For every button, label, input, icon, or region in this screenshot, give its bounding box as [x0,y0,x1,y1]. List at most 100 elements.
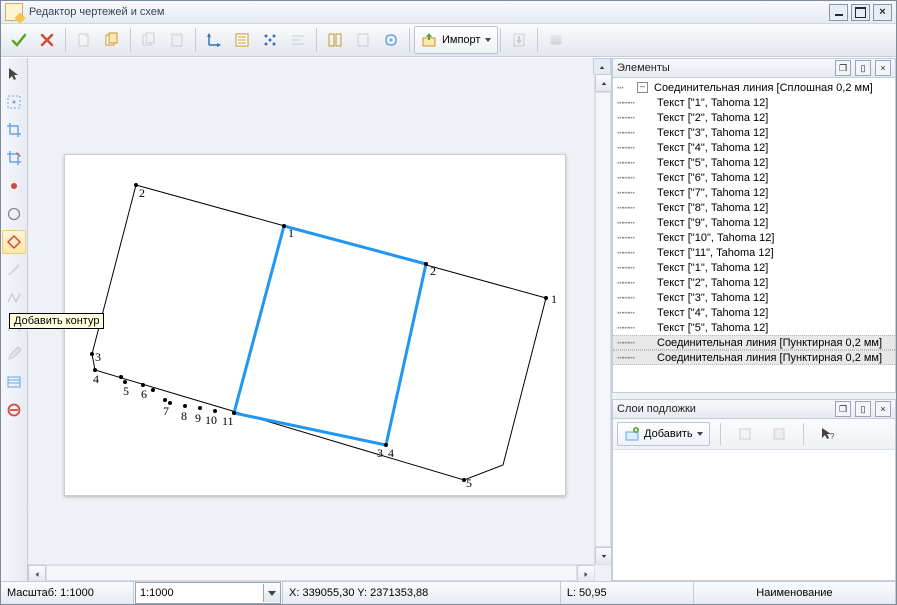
tree-item[interactable]: ⋯⋯⋯Текст ["6", Tahoma 12] [613,170,895,185]
window-title: Редактор чертежей и схем [29,6,164,18]
tree-item[interactable]: ⋯⋯⋯Текст ["10", Tahoma 12] [613,230,895,245]
tree-item[interactable]: ⋯⋯⋯Соединительная линия [Пунктирная 0,2 … [613,335,895,350]
select-tool[interactable] [2,62,26,86]
list-props-button[interactable] [228,26,256,54]
length-label: L: 50,95 [561,582,694,604]
marquee-tool[interactable] [2,90,26,114]
columns-button[interactable] [321,26,349,54]
axes-button[interactable] [200,26,228,54]
tree-item[interactable]: ⋯–Соединительная линия [Сплошная 0,2 мм] [613,80,895,95]
close-button[interactable]: × [873,4,892,21]
duplicate-doc-button[interactable] [98,26,126,54]
panel-undock-button[interactable]: ❐ [835,60,851,76]
tree-item[interactable]: ⋯⋯⋯Соединительная линия [Пунктирная 0,2 … [613,350,895,365]
polyline-tool[interactable] [2,286,26,310]
scale-label: Масштаб: 1:1000 [1,582,134,604]
right-column: Элементы ❐ ▯ × ⋯–Соединительная линия [С… [612,58,896,581]
layer-down-button[interactable] [765,420,793,448]
horizontal-scrollbar[interactable] [28,564,595,581]
import-icon [421,32,437,48]
status-bar: Масштаб: 1:1000 1:1000 X: 339055,30 Y: 2… [1,581,896,604]
cursor-icon [6,66,22,82]
layers-list[interactable] [613,450,895,580]
tree-item[interactable]: ⋯⋯⋯Текст ["9", Tahoma 12] [613,215,895,230]
top-toolbar: Импорт [1,24,896,57]
panel-undock-button[interactable]: ❐ [835,401,851,417]
tree-item[interactable]: ⋯⋯⋯Текст ["5", Tahoma 12] [613,155,895,170]
layer-up-button[interactable] [731,420,759,448]
dropdown-arrow-icon [697,432,703,436]
elements-panel-title: Элементы [617,62,670,74]
crop-rotate-icon [6,150,22,166]
accept-button[interactable] [5,26,33,54]
copy-button[interactable] [135,26,163,54]
dropdown-arrow-icon [485,38,491,42]
layers-panel-title: Слои подложки [617,403,696,415]
svg-text:4: 4 [93,372,99,386]
svg-text:2: 2 [430,264,436,278]
tree-item[interactable]: ⋯⋯⋯Текст ["1", Tahoma 12] [613,95,895,110]
layers-stack-button[interactable] [542,26,570,54]
svg-text:?: ? [830,432,835,441]
tree-item[interactable]: ⋯⋯⋯Текст ["8", Tahoma 12] [613,200,895,215]
tree-item[interactable]: ⋯⋯⋯Текст ["5", Tahoma 12] [613,320,895,335]
add-layer-label: Добавить [644,428,693,440]
maximize-button[interactable] [851,4,870,21]
tree-item[interactable]: ⋯⋯⋯Текст ["2", Tahoma 12] [613,275,895,290]
new-doc-button[interactable] [70,26,98,54]
reject-button[interactable] [33,26,61,54]
layers-panel: Слои подложки ❐ ▯ × Добавить [612,399,896,581]
scroll-up-button[interactable] [595,74,611,92]
scroll-left-button[interactable] [28,565,46,581]
svg-text:10: 10 [205,413,217,427]
import-button[interactable]: Импорт [414,26,498,54]
circle-tool[interactable] [2,202,26,226]
marquee-icon [6,94,22,110]
add-layer-button[interactable]: Добавить [617,422,710,446]
tree-item[interactable]: ⋯⋯⋯Текст ["4", Tahoma 12] [613,305,895,320]
contour-tool[interactable] [2,230,26,254]
canvas[interactable]: 1 2 3 5 1 2 3 4 4 5 [28,74,595,565]
tree-item[interactable]: ⋯⋯⋯Текст ["3", Tahoma 12] [613,290,895,305]
scroll-down-button[interactable] [595,547,611,565]
pen-tool[interactable] [2,342,26,366]
tree-item[interactable]: ⋯⋯⋯Текст ["1", Tahoma 12] [613,260,895,275]
svg-text:1: 1 [288,226,294,240]
export-button[interactable] [505,26,533,54]
connect-button[interactable] [377,26,405,54]
crop-icon [6,122,22,138]
tree-item[interactable]: ⋯⋯⋯Текст ["3", Tahoma 12] [613,125,895,140]
tree-item[interactable]: ⋯⋯⋯Текст ["7", Tahoma 12] [613,185,895,200]
line-icon [6,262,22,278]
scale-combo[interactable]: 1:1000 [135,582,281,604]
scroll-right-button[interactable] [577,565,595,581]
elements-tree[interactable]: ⋯–Соединительная линия [Сплошная 0,2 мм]… [613,78,895,392]
align-button[interactable] [284,26,312,54]
vertical-scrollbar[interactable] [594,74,611,565]
svg-text:3: 3 [377,446,383,460]
diamond-icon [6,234,22,250]
polyline-icon [6,290,22,306]
panel-close-button[interactable]: × [875,401,891,417]
line-tool[interactable] [2,258,26,282]
table-tool[interactable] [2,370,26,394]
svg-text:6: 6 [141,387,147,401]
panel-pin-button[interactable]: ▯ [855,401,871,417]
layer-help-button[interactable]: ? [814,420,842,448]
panel-pin-button[interactable]: ▯ [855,60,871,76]
tree-item[interactable]: ⋯⋯⋯Текст ["11", Tahoma 12] [613,245,895,260]
tree-item[interactable]: ⋯⋯⋯Текст ["2", Tahoma 12] [613,110,895,125]
tree-item[interactable]: ⋯⋯⋯Текст ["4", Tahoma 12] [613,140,895,155]
panel-close-button[interactable]: × [875,60,891,76]
minimize-button[interactable] [829,4,848,21]
point-tool[interactable] [2,174,26,198]
cursor-help-icon: ? [820,426,836,442]
page-button[interactable] [349,26,377,54]
svg-text:4: 4 [388,446,394,460]
snap-points-button[interactable] [256,26,284,54]
crop-rotate-tool[interactable] [2,146,26,170]
paste-button[interactable] [163,26,191,54]
dropdown-arrow-icon [263,584,280,602]
crop-tool[interactable] [2,118,26,142]
delete-tool[interactable] [2,398,26,422]
